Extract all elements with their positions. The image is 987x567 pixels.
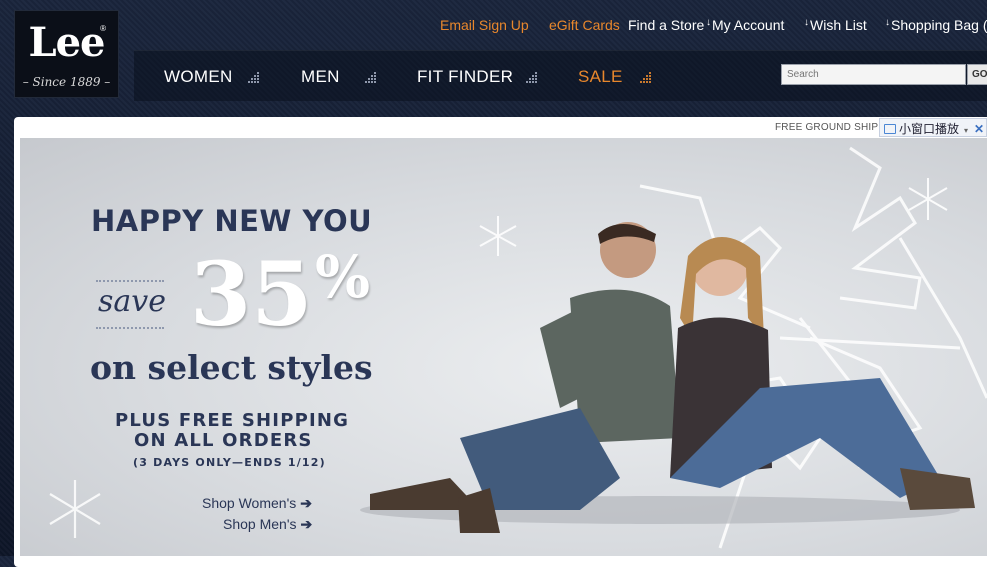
- popout-label: 小窗口播放: [899, 122, 960, 136]
- shipping-line-3: (3 DAYS ONLY—ENDS 1/12): [133, 456, 326, 469]
- percent-symbol: %: [315, 243, 371, 311]
- shopping-bag-link[interactable]: ↓Shopping Bag (0: [885, 17, 987, 33]
- nav-fit-finder[interactable]: FIT FINDER: [417, 67, 513, 87]
- down-arrow-icon: ↓: [706, 17, 711, 28]
- shopping-bag-label: Shopping Bag (0: [891, 17, 987, 33]
- arrow-right-icon: ➔: [300, 495, 312, 511]
- dropdown-grip-icon[interactable]: [526, 71, 538, 83]
- find-a-store-label: Find a Store: [628, 17, 705, 33]
- shipping-line-1: PLUS FREE SHIPPING: [115, 410, 350, 431]
- search-input[interactable]: [781, 64, 966, 85]
- close-icon[interactable]: ✕: [974, 122, 984, 136]
- discount-number: 35: [190, 242, 313, 346]
- hero-subhead: on select styles: [90, 348, 373, 387]
- tv-icon: [884, 124, 896, 134]
- search-go-button[interactable]: GO: [967, 64, 987, 85]
- registered-mark: ®: [100, 24, 106, 33]
- save-text: save: [98, 284, 166, 319]
- wish-list-link[interactable]: ↓Wish List: [804, 17, 867, 33]
- chevron-down-icon[interactable]: ▾: [964, 126, 968, 135]
- arrow-right-icon: ➔: [300, 516, 313, 532]
- dropdown-grip-icon[interactable]: [365, 71, 377, 83]
- dropdown-grip-icon[interactable]: [640, 71, 652, 83]
- shop-womens-link[interactable]: Shop Women's ➔: [202, 495, 312, 512]
- hero-headline: HAPPY NEW YOU: [91, 204, 373, 238]
- my-account-label: My Account: [712, 17, 785, 33]
- down-arrow-icon: ↓: [885, 17, 890, 28]
- nav-women[interactable]: WOMEN: [164, 67, 233, 87]
- shop-mens-label: Shop Men's: [223, 516, 297, 532]
- find-a-store-link[interactable]: Find a Store: [628, 17, 704, 33]
- down-arrow-icon: ↓: [804, 17, 809, 28]
- hero-artwork: [49, 146, 987, 549]
- dotted-divider: [96, 280, 164, 282]
- email-signup-label: Email Sign Up: [440, 17, 529, 33]
- models-photo: [360, 222, 975, 533]
- nav-sale[interactable]: SALE: [578, 67, 623, 87]
- my-account-link[interactable]: ↓My Account: [706, 17, 784, 33]
- small-snowflake-icon: [908, 178, 948, 220]
- email-signup-link[interactable]: Email Sign Up: [440, 17, 529, 33]
- shop-mens-link[interactable]: Shop Men's ➔: [223, 516, 312, 533]
- dropdown-grip-icon[interactable]: [248, 71, 260, 83]
- egift-cards-link[interactable]: eGift Cards: [549, 17, 620, 33]
- dotted-divider: [96, 327, 164, 329]
- free-shipping-bar[interactable]: FREE GROUND SHIPP: [775, 122, 885, 133]
- video-popout-widget[interactable]: 小窗口播放 ▾ ✕: [879, 118, 987, 137]
- lee-logo[interactable]: Lee ® – Since 1889 –: [14, 10, 119, 98]
- small-snowflake-icon: [49, 480, 101, 538]
- shipping-line-2: ON ALL ORDERS: [134, 430, 313, 451]
- shop-womens-label: Shop Women's: [202, 495, 297, 511]
- wish-list-label: Wish List: [810, 17, 867, 33]
- logo-tagline: – Since 1889 –: [22, 75, 111, 89]
- nav-men[interactable]: MEN: [301, 67, 340, 87]
- egift-cards-label: eGift Cards: [549, 17, 620, 33]
- hero-banner[interactable]: HAPPY NEW YOU save 35 % on select styles…: [20, 138, 987, 556]
- small-snowflake-icon: [479, 216, 517, 256]
